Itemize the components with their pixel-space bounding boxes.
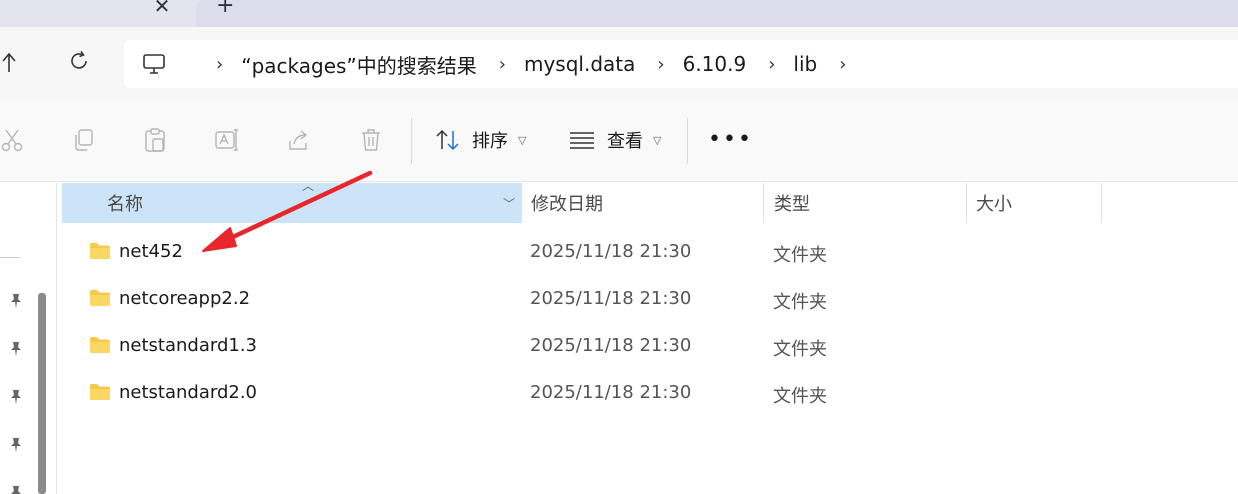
rename-button[interactable] <box>213 126 241 154</box>
share-icon <box>289 130 308 150</box>
share-button[interactable] <box>285 126 313 154</box>
folder-icon <box>90 243 110 259</box>
view-label: 查看 <box>607 131 643 152</box>
breadcrumb-item-search-results[interactable]: “packages”中的搜索结果 <box>241 50 477 79</box>
pane-divider <box>56 183 57 494</box>
nav-scrollbar-thumb[interactable] <box>38 293 46 494</box>
tab-strip: ✕ + <box>0 0 1238 27</box>
file-date: 2025/11/18 21:30 <box>530 382 692 403</box>
this-pc-icon[interactable] <box>142 53 170 75</box>
new-tab-button[interactable]: + <box>216 0 234 18</box>
column-header-name[interactable]: ︿ 名称 ﹀ <box>62 179 521 223</box>
chevron-right-icon[interactable]: › <box>499 54 506 75</box>
file-name[interactable]: netcoreapp2.2 <box>119 288 250 309</box>
sort-button[interactable]: 排序 ▽ <box>434 124 526 156</box>
breadcrumb-item-version[interactable]: 6.10.9 <box>683 52 747 76</box>
paste-button[interactable] <box>141 126 169 154</box>
copy-icon <box>75 129 93 151</box>
chevron-right-icon[interactable]: › <box>839 54 846 75</box>
refresh-icon <box>71 51 87 69</box>
nav-divider <box>0 257 20 258</box>
file-row[interactable]: netstandard1.3 2025/11/18 21:30 文件夹 <box>62 324 1102 370</box>
folder-icon <box>90 384 110 400</box>
sort-icon <box>436 129 459 151</box>
chevron-right-icon[interactable]: › <box>657 54 664 75</box>
scissors-icon <box>1 129 23 152</box>
view-button[interactable]: 查看 ▽ <box>569 124 661 156</box>
navigation-bar: › “packages”中的搜索结果 › mysql.data › 6.10.9… <box>0 27 1238 100</box>
view-list-icon <box>570 132 594 149</box>
column-header-type-label: 类型 <box>774 194 810 215</box>
toolbar-divider <box>687 118 688 164</box>
folder-icon <box>90 337 110 353</box>
file-date: 2025/11/18 21:30 <box>530 335 692 356</box>
column-header-date-label: 修改日期 <box>531 194 603 215</box>
file-name[interactable]: net452 <box>119 241 183 262</box>
delete-button[interactable] <box>357 126 385 154</box>
column-header-row: ︿ 名称 ﹀ 修改日期 类型 大小 <box>62 179 1102 223</box>
rename-icon <box>215 129 238 151</box>
chevron-down-icon: ▽ <box>653 133 662 147</box>
chevron-down-icon[interactable]: ﹀ <box>503 195 515 212</box>
navigation-pane <box>0 183 56 494</box>
column-header-type[interactable]: 类型 <box>763 183 966 223</box>
sort-label: 排序 <box>472 131 508 152</box>
pin-icon[interactable] <box>8 389 24 405</box>
chevron-right-icon[interactable]: › <box>768 54 775 75</box>
file-date: 2025/11/18 21:30 <box>530 288 692 309</box>
up-arrow-button[interactable] <box>0 51 16 77</box>
folder-icon <box>90 290 110 306</box>
file-row[interactable]: netstandard2.0 2025/11/18 21:30 文件夹 <box>62 371 1102 417</box>
file-row[interactable]: net452 2025/11/18 21:30 文件夹 <box>62 230 1102 276</box>
arrow-up-icon <box>2 52 16 72</box>
file-type: 文件夹 <box>773 292 827 313</box>
file-name[interactable]: netstandard2.0 <box>119 382 257 403</box>
pin-icon[interactable] <box>8 293 24 309</box>
refresh-button[interactable] <box>66 49 92 75</box>
pin-icon[interactable] <box>8 341 24 357</box>
more-options-button[interactable]: ••• <box>708 124 751 156</box>
file-row[interactable]: netcoreapp2.2 2025/11/18 21:30 文件夹 <box>62 277 1102 323</box>
toolbar-divider <box>411 118 412 164</box>
chevron-down-icon: ▽ <box>518 133 527 147</box>
close-tab-button[interactable]: ✕ <box>150 0 174 18</box>
column-header-date[interactable]: 修改日期 <box>521 183 763 223</box>
clipboard-icon <box>145 128 165 152</box>
copy-button[interactable] <box>70 126 98 154</box>
column-header-size-label: 大小 <box>976 194 1012 215</box>
file-type: 文件夹 <box>773 386 827 407</box>
column-header-name-label: 名称 <box>107 194 143 215</box>
column-header-size[interactable]: 大小 <box>966 183 1102 223</box>
chevron-right-icon[interactable]: › <box>216 54 223 75</box>
file-date: 2025/11/18 21:30 <box>530 241 692 262</box>
file-type: 文件夹 <box>773 339 827 360</box>
breadcrumb-item-mysql-data[interactable]: mysql.data <box>524 52 635 76</box>
tab-strip-new-area: + <box>196 0 1238 27</box>
sort-ascending-icon: ︿ <box>302 179 315 193</box>
file-type: 文件夹 <box>773 245 827 266</box>
address-bar[interactable]: › “packages”中的搜索结果 › mysql.data › 6.10.9… <box>124 40 1238 88</box>
command-bar: 排序 ▽ 查看 ▽ ••• <box>0 100 1238 182</box>
breadcrumb-item-lib[interactable]: lib <box>793 52 817 76</box>
cut-button[interactable] <box>0 126 26 154</box>
trash-icon <box>362 129 380 151</box>
file-name[interactable]: netstandard1.3 <box>119 335 257 356</box>
pin-icon[interactable] <box>8 437 24 453</box>
pin-icon[interactable] <box>8 485 24 494</box>
file-explorer-window: ✕ + › “packages”中的搜索结果 › mysql.data › 6.… <box>0 0 1238 494</box>
